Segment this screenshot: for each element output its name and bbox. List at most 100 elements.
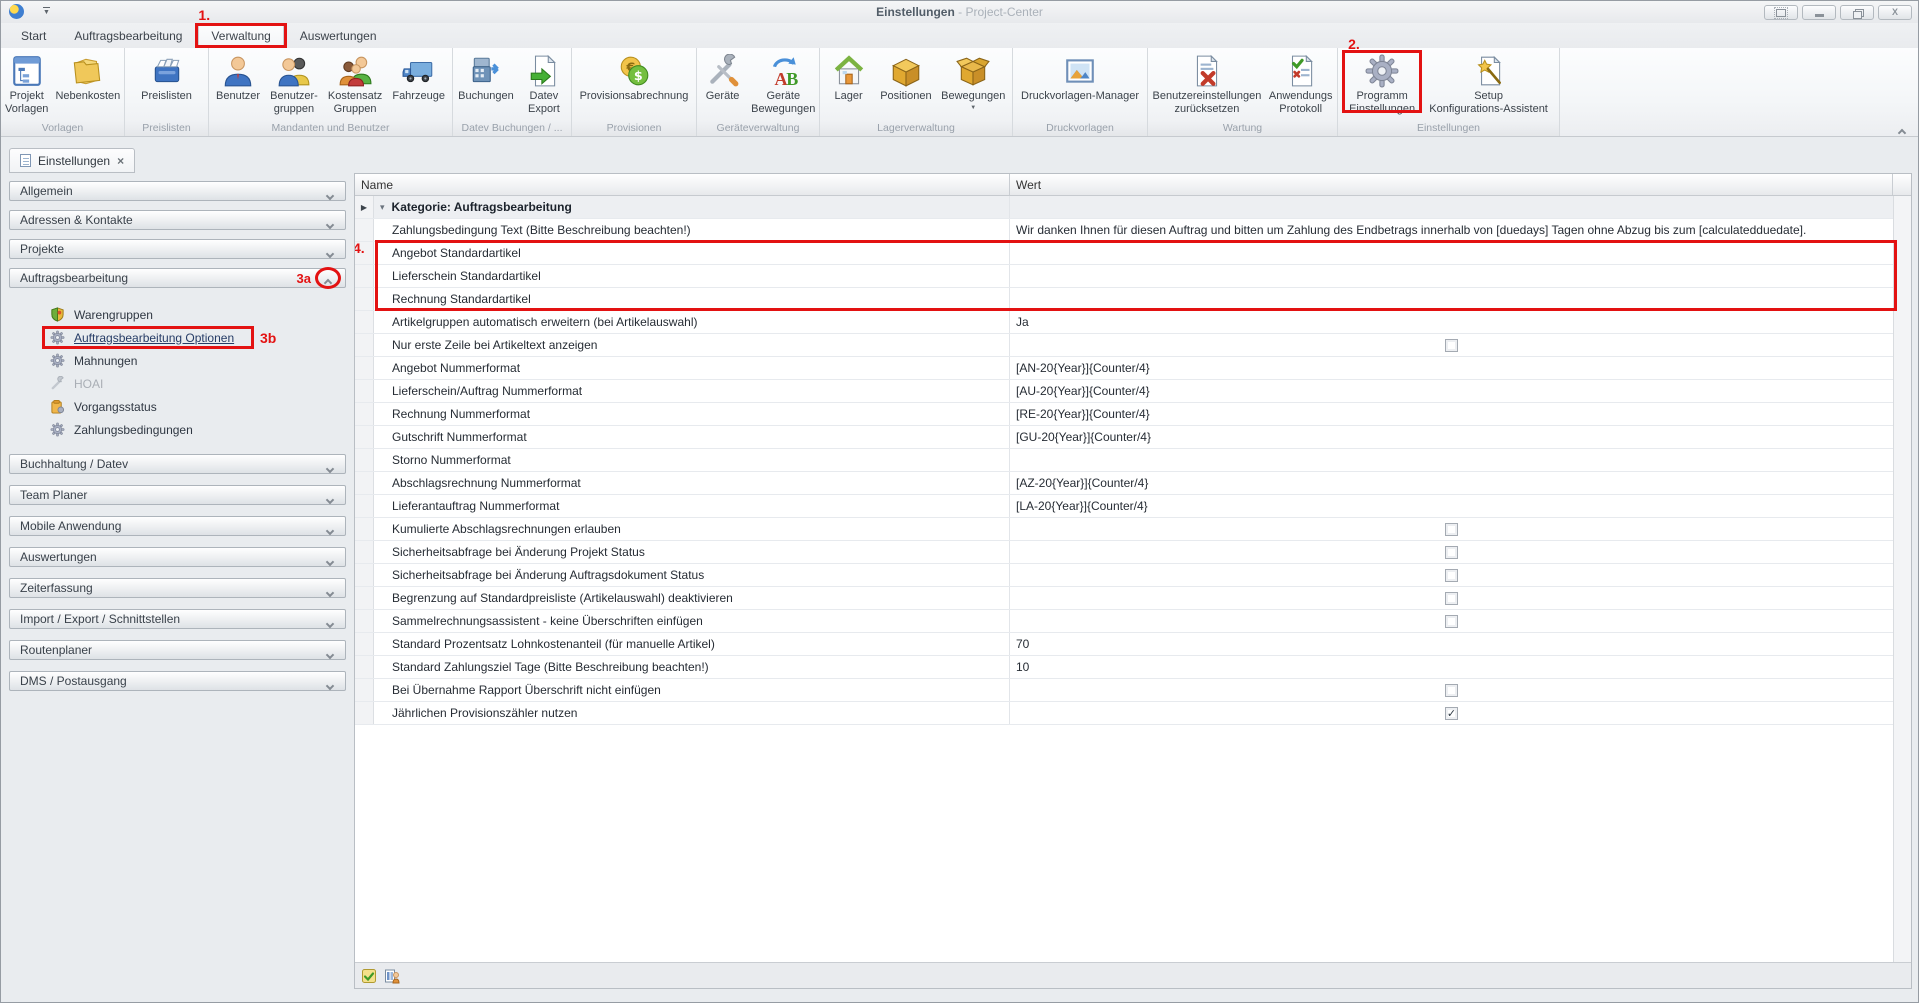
sidebar-item-auftragsbearbeitung-optionen[interactable]: Auftragsbearbeitung Optionen 3b (6, 326, 349, 349)
value-cell[interactable]: [AZ-20{Year}]{Counter/4} (1010, 472, 1893, 494)
projekt-vorlagen-button[interactable]: Projekt Vorlagen (2, 52, 52, 117)
chevron-down-icon (327, 523, 333, 537)
open-box-icon (956, 54, 990, 88)
document-tab-einstellungen[interactable]: Einstellungen × (9, 148, 135, 173)
preislisten-button[interactable]: Preislisten (138, 52, 195, 105)
sidebar-section-adressen-kontakte[interactable]: Adressen & Kontakte (9, 210, 346, 230)
programm-einstellungen-button[interactable]: Programm Einstellungen (1346, 52, 1418, 117)
annotation-label-3b: 3b (260, 330, 276, 346)
close-button[interactable]: X (1878, 5, 1912, 20)
checkbox[interactable] (1445, 684, 1458, 697)
buchungen-button[interactable]: Buchungen (455, 52, 517, 105)
setting-name: Lieferantauftrag Nummerformat (374, 495, 1010, 517)
collapse-expander-icon[interactable]: ▾ (380, 202, 385, 213)
value-cell[interactable]: 10 (1010, 656, 1893, 678)
value-cell[interactable]: [GU-20{Year}]{Counter/4} (1010, 426, 1893, 448)
lager-button[interactable]: Lager (824, 52, 874, 105)
table-row: Rechnung Nummerformat [RE-20{Year}]{Coun… (355, 403, 1893, 426)
sidebar-section-zeiterfassung[interactable]: Zeiterfassung (9, 578, 346, 598)
cost-group-icon (338, 54, 372, 88)
anwendungs-protokoll-button[interactable]: Anwendungs Protokoll (1266, 52, 1336, 117)
quick-access-dropdown-icon[interactable]: ▼ (43, 7, 50, 16)
ribbon-empty-area (1560, 48, 1918, 136)
field-chooser-icon[interactable] (384, 968, 400, 984)
restore-button[interactable] (1840, 5, 1874, 20)
fahrzeuge-button[interactable]: Fahrzeuge (389, 52, 448, 105)
user-icon (221, 54, 255, 88)
sidebar-section-auswertungen[interactable]: Auswertungen (9, 547, 346, 567)
sidebar-section-import-export-schnittstellen[interactable]: Import / Export / Schnittstellen (9, 609, 346, 629)
benutzergruppen-button[interactable]: Benutzer- gruppen (267, 52, 321, 117)
benutzereinstellungen-zuruecksetzen-button[interactable]: Benutzereinstellungen zurücksetzen (1150, 52, 1265, 117)
value-cell[interactable]: [AN-20{Year}]{Counter/4} (1010, 357, 1893, 379)
column-header-wert[interactable]: Wert (1010, 174, 1893, 195)
document-icon (20, 154, 31, 167)
annotation-box-4 (375, 240, 1897, 311)
setting-name: Kumulierte Abschlagsrechnungen erlauben (374, 518, 1010, 540)
sidebar-section-team-planer[interactable]: Team Planer (9, 485, 346, 505)
checkbox[interactable] (1445, 569, 1458, 582)
sidebar-section-projekte[interactable]: Projekte (9, 239, 346, 259)
category-row[interactable]: ▶ ▾ Kategorie: Auftragsbearbeitung (355, 196, 1893, 219)
druckvorlagen-manager-button[interactable]: Druckvorlagen-Manager (1018, 52, 1142, 105)
setting-name: Sicherheitsabfrage bei Änderung Projekt … (374, 541, 1010, 563)
setting-name: Zahlungsbedingung Text (Bitte Beschreibu… (374, 219, 1010, 241)
checkbox[interactable] (1445, 615, 1458, 628)
nebenkosten-button[interactable]: Nebenkosten (52, 52, 123, 105)
sidebar-section-buchhaltung-datev[interactable]: Buchhaltung / Datev (9, 454, 346, 474)
geraete-button[interactable]: Geräte (698, 52, 748, 105)
table-row: Sicherheitsabfrage bei Änderung Auftrags… (355, 564, 1893, 587)
chevron-down-icon (327, 554, 333, 568)
settings-grid: Name Wert ▶ ▾ Kategorie: Auftragsbearbei… (354, 173, 1912, 989)
positionen-button[interactable]: Positionen (877, 52, 934, 105)
checkbox[interactable] (1445, 339, 1458, 352)
bewegungen-button[interactable]: Bewegungen ▼ (938, 52, 1008, 113)
geraete-bewegungen-button[interactable]: AB Geräte Bewegungen (748, 52, 818, 117)
value-cell[interactable]: Ja (1010, 311, 1893, 333)
ribbon: Projekt Vorlagen Nebenkosten Vorlagen Pr… (1, 48, 1918, 137)
tab-verwaltung[interactable]: Verwaltung (198, 24, 283, 48)
sidebar-section-auftragsbearbeitung[interactable]: Auftragsbearbeitung 3a (9, 268, 346, 288)
value-cell[interactable]: 70 (1010, 633, 1893, 655)
provisionsabrechnung-button[interactable]: €$ Provisionsabrechnung (577, 52, 692, 105)
table-row: Lieferantauftrag Nummerformat [LA-20{Yea… (355, 495, 1893, 518)
value-cell[interactable]: [LA-20{Year}]{Counter/4} (1010, 495, 1893, 517)
document-delete-icon (1190, 54, 1224, 88)
minimize-icon (1815, 14, 1824, 17)
column-header-name[interactable]: Name (355, 174, 1010, 195)
restore-icon (1853, 9, 1862, 17)
datev-export-button[interactable]: Datev Export (519, 52, 569, 117)
tab-auftragsbearbeitung[interactable]: Auftragsbearbeitung (62, 25, 194, 48)
card-file-icon (150, 54, 184, 88)
value-cell[interactable] (1010, 449, 1893, 471)
edit-validate-icon[interactable] (361, 968, 377, 984)
sidebar-section-dms-postausgang[interactable]: DMS / Postausgang (9, 671, 346, 691)
sidebar-item-vorgangsstatus[interactable]: Vorgangsstatus (6, 395, 349, 418)
sidebar-item-warengruppen[interactable]: Warengruppen (6, 303, 349, 326)
checkbox[interactable] (1445, 546, 1458, 559)
sidebar-item-zahlungsbedingungen[interactable]: Zahlungsbedingungen (6, 418, 349, 441)
setup-konfigurations-assistent-button[interactable]: Setup Konfigurations-Assistent (1426, 52, 1551, 117)
tab-close-icon[interactable]: × (117, 155, 124, 167)
minimize-button[interactable] (1802, 5, 1836, 20)
value-cell[interactable]: [AU-20{Year}]{Counter/4} (1010, 380, 1893, 402)
checkbox-checked[interactable]: ✓ (1445, 707, 1458, 720)
collapse-ribbon-icon[interactable] (1899, 123, 1908, 132)
sidebar-section-routenplaner[interactable]: Routenplaner (9, 640, 346, 660)
sidebar-section-allgemein[interactable]: Allgemein (9, 181, 346, 201)
benutzer-button[interactable]: Benutzer (213, 52, 263, 105)
tab-auswertungen[interactable]: Auswertungen (288, 25, 389, 48)
value-cell[interactable]: Wir danken Ihnen für diesen Auftrag und … (1010, 219, 1893, 241)
setting-name: Rechnung Nummerformat (374, 403, 1010, 425)
checkbox[interactable] (1445, 592, 1458, 605)
setting-name: Bei Übernahme Rapport Überschrift nicht … (374, 679, 1010, 701)
value-cell[interactable]: [RE-20{Year}]{Counter/4} (1010, 403, 1893, 425)
kostensatz-gruppen-button[interactable]: Kostensatz Gruppen (325, 52, 385, 117)
sidebar-item-mahnungen[interactable]: Mahnungen (6, 349, 349, 372)
gear-icon (50, 422, 65, 437)
sidebar-section-mobile-anwendung[interactable]: Mobile Anwendung (9, 516, 346, 536)
checkbox[interactable] (1445, 523, 1458, 536)
fullscreen-button[interactable] (1764, 5, 1798, 20)
tab-start[interactable]: Start (9, 25, 58, 48)
ribbon-group-datev: Buchungen Datev Export Datev Buchungen /… (453, 48, 572, 136)
